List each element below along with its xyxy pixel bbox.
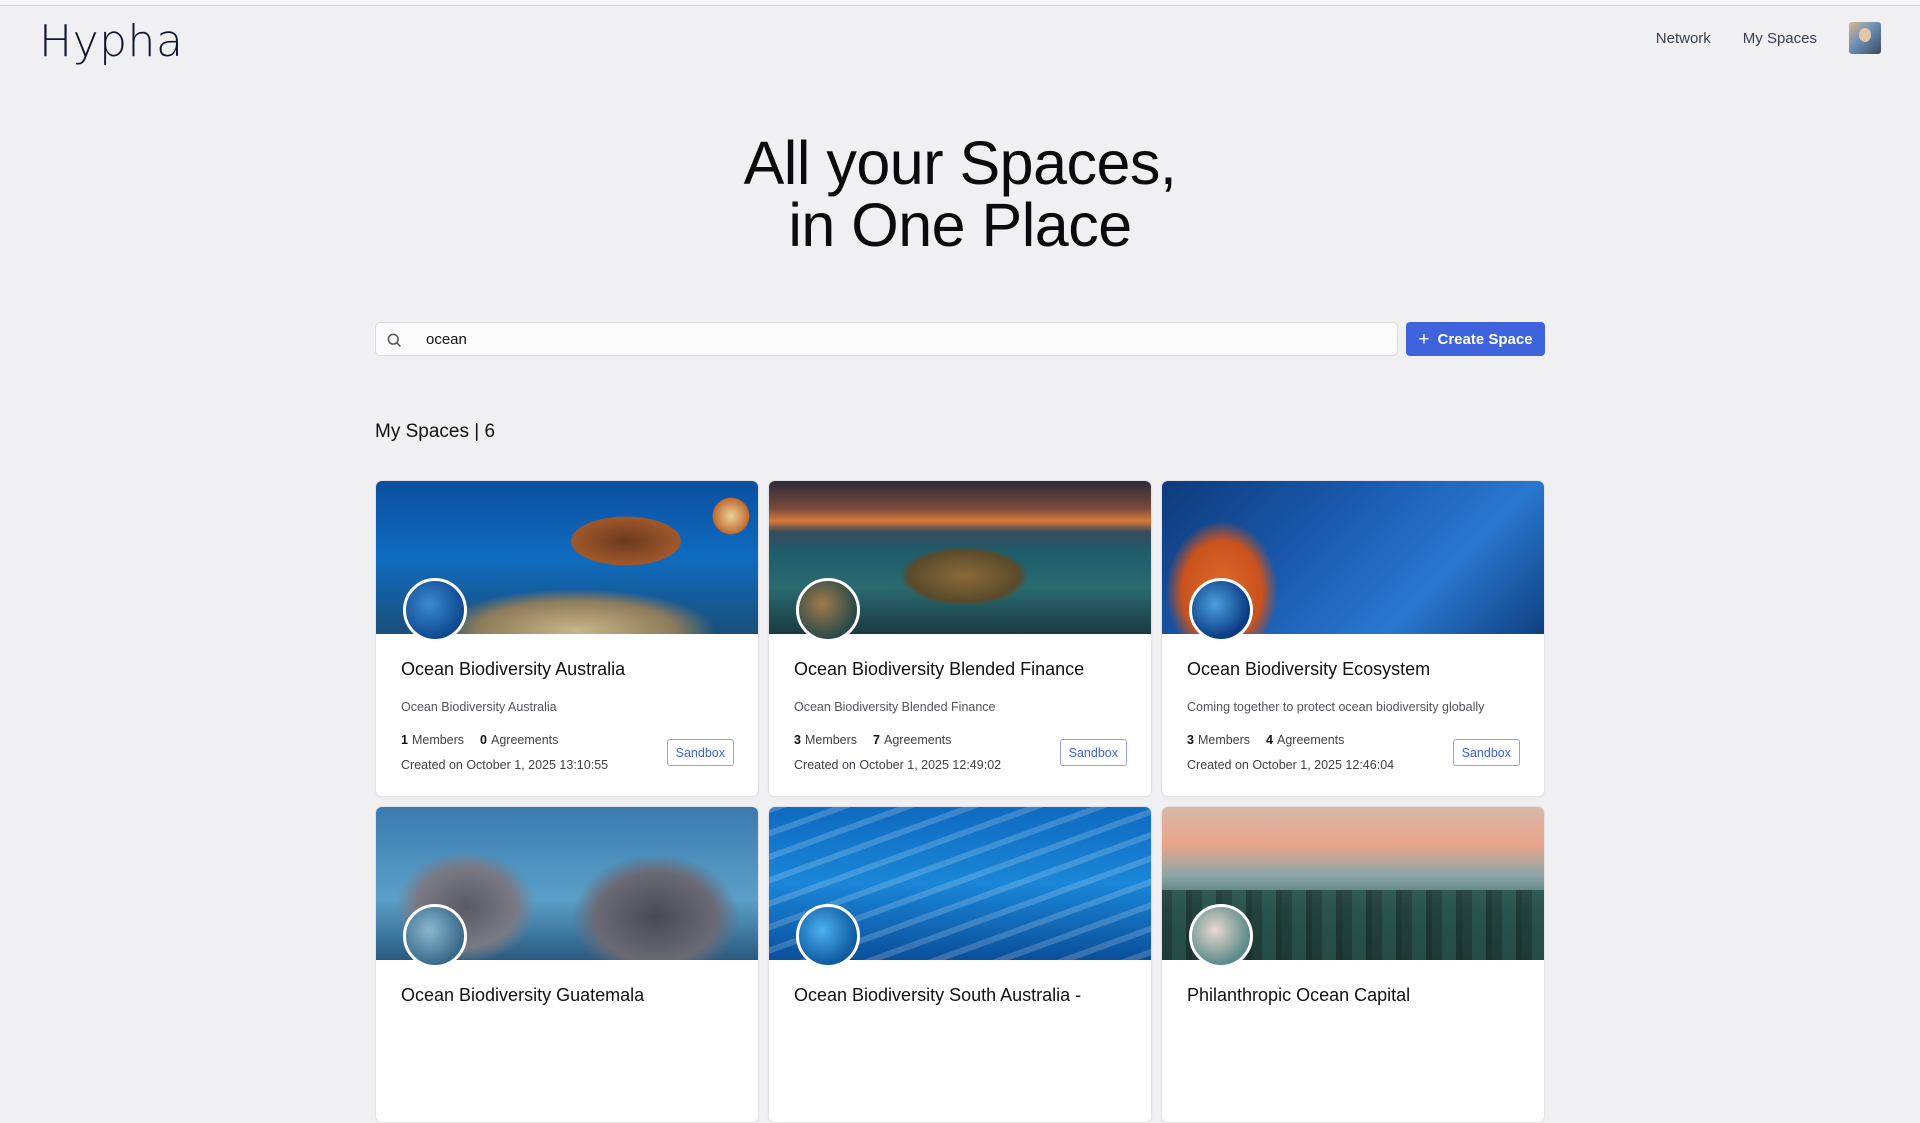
page-title-line-2: in One Place xyxy=(788,191,1132,259)
space-logo xyxy=(1189,578,1253,642)
space-card[interactable]: Ocean Biodiversity South Australia - xyxy=(768,806,1152,1123)
space-stats: 3 Members 4 Agreements xyxy=(1187,733,1344,747)
space-title: Ocean Biodiversity Guatemala xyxy=(401,985,645,1005)
search-box xyxy=(375,322,1398,356)
members-count: 3 Members xyxy=(1187,733,1251,747)
create-space-button[interactable]: + Create Space xyxy=(1406,322,1545,356)
search-icon xyxy=(387,333,401,347)
top-header: Hypha Network My Spaces xyxy=(0,6,1920,72)
space-logo xyxy=(403,904,467,968)
search-row: + Create Space xyxy=(375,322,1545,356)
space-logo xyxy=(796,578,860,642)
space-card[interactable]: Ocean Biodiversity Guatemala xyxy=(375,806,759,1123)
agreements-count: 4 Agreements xyxy=(1266,733,1345,747)
members-count: 3 Members xyxy=(794,733,858,747)
space-title: Ocean Biodiversity Ecosystem xyxy=(1187,659,1431,679)
hypha-logo[interactable]: Hypha xyxy=(39,16,183,67)
top-nav: Network My Spaces xyxy=(1656,22,1881,54)
space-card[interactable]: Philanthropic Ocean Capital xyxy=(1161,806,1545,1123)
space-stats: 1 Members 0 Agreements xyxy=(401,733,558,747)
space-stats: 3 Members 7 Agreements xyxy=(794,733,951,747)
search-input[interactable] xyxy=(424,323,1324,355)
space-title: Ocean Biodiversity Blended Finance xyxy=(794,659,1085,679)
nav-my-spaces-link[interactable]: My Spaces xyxy=(1743,30,1817,47)
nav-network-link[interactable]: Network xyxy=(1656,30,1711,47)
space-title: Ocean Biodiversity Australia xyxy=(401,659,626,679)
spaces-grid: Ocean Biodiversity Australia Ocean Biodi… xyxy=(375,480,1545,1123)
create-space-label: Create Space xyxy=(1437,330,1533,348)
sandbox-badge: Sandbox xyxy=(1452,739,1520,766)
hero: All your Spaces, in One Place xyxy=(0,132,1920,256)
space-title: Ocean Biodiversity South Australia - xyxy=(794,985,1082,1005)
space-logo xyxy=(796,904,860,968)
space-card[interactable]: Ocean Biodiversity Ecosystem Coming toge… xyxy=(1161,480,1545,797)
space-description: Coming together to protect ocean biodive… xyxy=(1187,700,1485,714)
space-created-date: Created on October 1, 2025 12:46:04 xyxy=(1187,758,1395,772)
space-title: Philanthropic Ocean Capital xyxy=(1187,985,1411,1005)
members-count: 1 Members xyxy=(401,733,465,747)
space-logo xyxy=(403,578,467,642)
space-created-date: Created on October 1, 2025 13:10:55 xyxy=(401,758,609,772)
sandbox-badge: Sandbox xyxy=(1059,739,1127,766)
sandbox-badge: Sandbox xyxy=(666,739,734,766)
section-title: My Spaces | 6 xyxy=(375,421,496,442)
page-title: All your Spaces, in One Place xyxy=(0,132,1920,256)
space-card[interactable]: Ocean Biodiversity Australia Ocean Biodi… xyxy=(375,480,759,797)
page-title-line-1: All your Spaces, xyxy=(743,129,1177,197)
plus-icon: + xyxy=(1418,328,1430,350)
user-avatar[interactable] xyxy=(1849,22,1881,54)
space-created-date: Created on October 1, 2025 12:49:02 xyxy=(794,758,1002,772)
agreements-count: 0 Agreements xyxy=(480,733,559,747)
space-card[interactable]: Ocean Biodiversity Blended Finance Ocean… xyxy=(768,480,1152,797)
agreements-count: 7 Agreements xyxy=(873,733,952,747)
space-logo xyxy=(1189,904,1253,968)
space-description: Ocean Biodiversity Blended Finance xyxy=(794,700,996,714)
space-description: Ocean Biodiversity Australia xyxy=(401,700,557,714)
